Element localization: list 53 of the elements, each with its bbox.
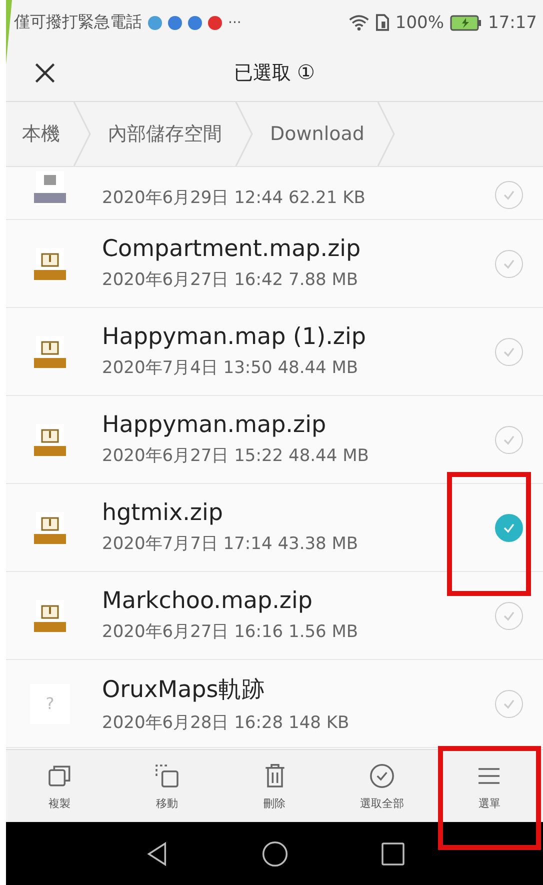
file-details: 2020年6月28日 16:28 148 KB [102, 712, 350, 734]
more-notifications: ··· [228, 14, 242, 30]
breadcrumb-item[interactable]: 內部儲存空間 [92, 121, 234, 147]
file-name: hgtmix.zip [102, 500, 224, 526]
social-app-icon [168, 16, 182, 30]
move-button[interactable]: 移動 [113, 750, 221, 822]
carrier-text: 僅可撥打緊急電話 [14, 12, 142, 33]
video-app-icon [208, 16, 222, 30]
clock-time: 17:17 [488, 12, 537, 32]
social-app-icon [188, 16, 202, 30]
file-details: 2020年6月27日 15:22 48.44 MB [102, 445, 370, 467]
unchecked-circle-icon[interactable] [495, 690, 523, 718]
file-row[interactable]: Happyman.map (1).zip 2020年7月4日 13:50 48.44 MB [6, 308, 543, 396]
file-name: OruxMaps軌跡 [102, 676, 266, 704]
file-row[interactable]: hgtmix.zip 2020年7月7日 17:14 43.38 MB [6, 484, 543, 572]
recent-apps-icon[interactable] [378, 840, 406, 868]
file-name: Happyman.map.zip [102, 412, 328, 438]
copy-button[interactable]: 複製 [6, 750, 114, 822]
sim-card-icon [376, 14, 390, 31]
file-name: Markchoo.map.zip [102, 588, 314, 614]
app-icon [148, 16, 162, 30]
close-icon[interactable] [34, 62, 56, 84]
file-row[interactable]: Markchoo.map.zip 2020年6月27日 16:16 1.56 MB [6, 572, 543, 660]
battery-percent: 100% [395, 12, 444, 32]
breadcrumb-item[interactable]: 本機 [6, 121, 72, 147]
checked-circle-icon[interactable] [495, 514, 523, 542]
file-row[interactable]: 2020年6月29日 12:44 62.21 KB [6, 167, 543, 220]
home-icon[interactable] [260, 840, 288, 868]
move-icon [153, 762, 182, 790]
wifi-icon [348, 14, 370, 31]
file-row[interactable]: Happyman.map.zip 2020年6月27日 15:22 48.44 MB [6, 396, 543, 484]
file-details: 2020年6月29日 12:44 62.21 KB [102, 187, 366, 209]
breadcrumb-item[interactable]: Download [254, 123, 376, 145]
unchecked-circle-icon[interactable] [495, 338, 523, 366]
menu-button[interactable]: 選單 [436, 750, 543, 822]
selection-title: 已選取 ① [234, 60, 315, 86]
file-details: 2020年7月7日 17:14 43.38 MB [102, 533, 360, 555]
battery-charging-icon [450, 14, 482, 30]
delete-button[interactable]: 刪除 [220, 750, 328, 822]
file-details: 2020年7月4日 13:50 48.44 MB [102, 357, 360, 379]
unchecked-circle-icon[interactable] [495, 602, 523, 630]
file-details: 2020年6月27日 16:42 7.88 MB [102, 269, 360, 291]
unknown-file-icon: ? [30, 684, 70, 724]
file-name: Happyman.map (1).zip [102, 324, 367, 350]
unchecked-circle-icon[interactable] [495, 426, 523, 454]
file-name: Compartment.map.zip [102, 236, 362, 262]
file-details: 2020年6月27日 16:16 1.56 MB [102, 621, 360, 643]
select-all-button[interactable]: 選取全部 [328, 750, 436, 822]
file-row[interactable]: Compartment.map.zip 2020年6月27日 16:42 7.88 MB [6, 220, 543, 308]
unchecked-circle-icon[interactable] [495, 181, 523, 209]
check-circle-icon [368, 762, 396, 790]
unchecked-circle-icon[interactable] [495, 250, 523, 278]
file-row[interactable]: ? OruxMaps軌跡 2020年6月28日 16:28 148 KB [6, 660, 543, 748]
